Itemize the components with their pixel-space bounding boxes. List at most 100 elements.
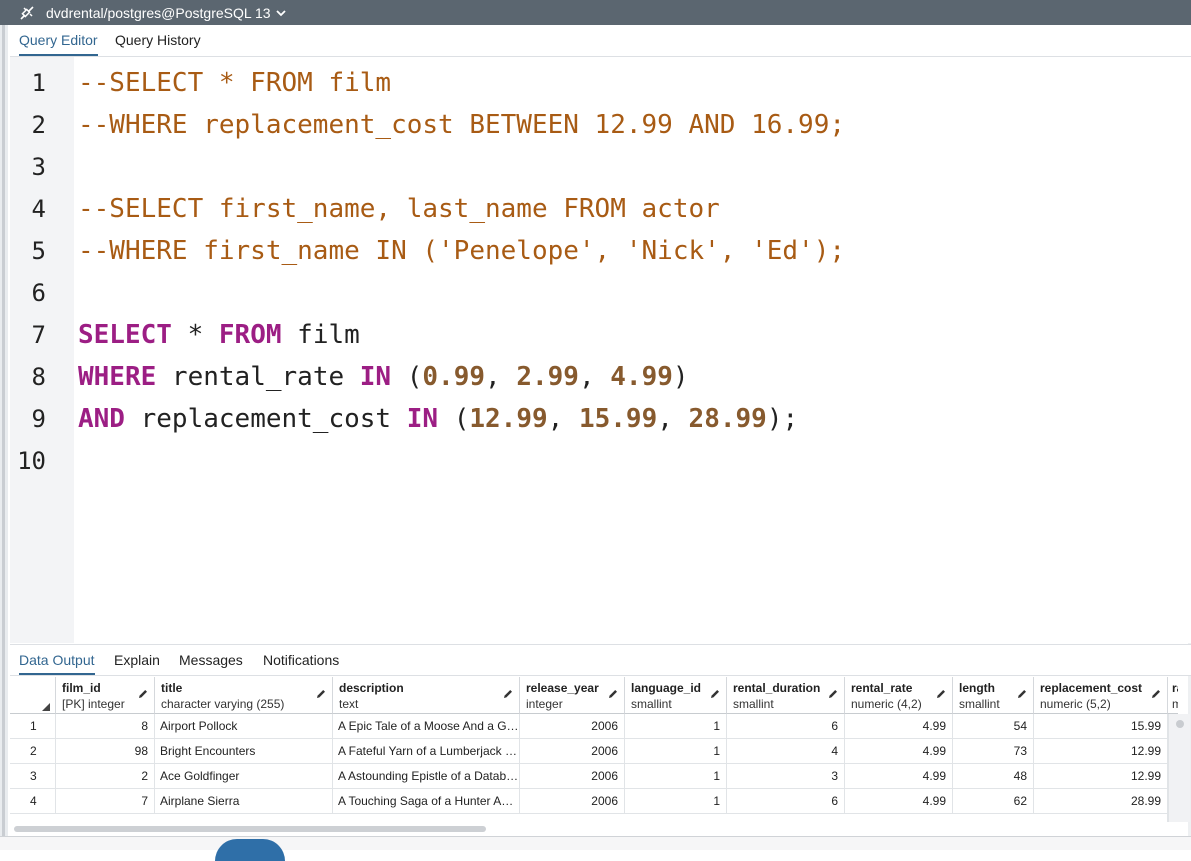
edit-pencil-icon[interactable] <box>935 688 947 700</box>
background-graphic <box>215 839 285 861</box>
table-cell[interactable]: 62 <box>953 789 1034 814</box>
number-literal: 0.99 <box>422 362 486 392</box>
edit-pencil-icon[interactable] <box>502 688 514 700</box>
row-number[interactable]: 3 <box>10 764 56 789</box>
table-cell[interactable]: 6 <box>727 714 845 739</box>
table-cell[interactable]: Airport Pollock <box>155 714 333 739</box>
table-cell[interactable]: Bright Encounters <box>155 739 333 764</box>
column-header[interactable]: rat mp <box>1168 677 1178 714</box>
column-header[interactable]: description text <box>333 677 520 714</box>
column-header[interactable]: rental_duration smallint <box>727 677 845 714</box>
table-cell[interactable]: Airplane Sierra <box>155 789 333 814</box>
code-line-2[interactable]: --WHERE replacement_cost BETWEEN 12.99 A… <box>78 104 845 146</box>
table-cell[interactable]: A Touching Saga of a Hunter A… <box>333 789 520 814</box>
table-cell[interactable]: 98 <box>56 739 155 764</box>
keyword: SELECT <box>78 320 172 350</box>
table-cell[interactable]: 1 <box>625 739 727 764</box>
column-header[interactable]: replacement_cost numeric (5,2) <box>1034 677 1168 714</box>
code-text: , <box>657 404 689 434</box>
column-name: rental_duration <box>733 681 821 695</box>
chevron-down-icon[interactable] <box>275 8 286 18</box>
table-cell[interactable]: Ace Goldfinger <box>155 764 333 789</box>
code-line-9[interactable]: AND replacement_cost IN (12.99, 15.99, 2… <box>78 398 798 440</box>
vertical-scrollbar[interactable] <box>1168 714 1190 822</box>
table-cell[interactable]: 4.99 <box>845 714 953 739</box>
edit-pencil-icon[interactable] <box>315 688 327 700</box>
tab-query-history[interactable]: Query History <box>115 32 201 54</box>
code-line-1[interactable]: --SELECT * FROM film <box>78 62 391 104</box>
table-cell[interactable]: 7 <box>56 789 155 814</box>
table-cell[interactable]: 4.99 <box>845 764 953 789</box>
edit-pencil-icon[interactable] <box>827 688 839 700</box>
column-header[interactable]: rental_rate numeric (4,2) <box>845 677 953 714</box>
column-header[interactable]: release_year integer <box>520 677 625 714</box>
table-cell[interactable]: 2006 <box>520 739 625 764</box>
scroll-thumb[interactable] <box>14 826 486 832</box>
table-cell[interactable]: 15.99 <box>1034 714 1168 739</box>
table-cell[interactable]: 8 <box>56 714 155 739</box>
column-header[interactable]: film_id [PK] integer <box>56 677 155 714</box>
code-line-8[interactable]: WHERE rental_rate IN (0.99, 2.99, 4.99) <box>78 356 689 398</box>
connection-title[interactable]: dvdrental/postgres@PostgreSQL 13 <box>46 5 271 21</box>
table-cell[interactable]: 2 <box>56 764 155 789</box>
connection-bar: dvdrental/postgres@PostgreSQL 13 <box>0 0 1191 25</box>
edit-pencil-icon[interactable] <box>1150 688 1162 700</box>
tab-notifications[interactable]: Notifications <box>263 652 339 673</box>
table-cell[interactable]: 48 <box>953 764 1034 789</box>
column-type: smallint <box>631 697 672 711</box>
table-cell[interactable]: 12.99 <box>1034 739 1168 764</box>
edit-pencil-icon[interactable] <box>1016 688 1028 700</box>
sql-editor[interactable]: 1 2 3 4 5 6 7 8 9 10 --SELECT * FROM fil… <box>10 57 1191 643</box>
column-type: integer <box>526 697 563 711</box>
horizontal-scrollbar[interactable] <box>10 822 1178 836</box>
keyword: IN <box>359 362 392 392</box>
left-panel-splitter[interactable] <box>2 25 5 849</box>
data-output-grid[interactable]: film_id [PK] integer title character varyi… <box>10 677 1178 822</box>
code-line-5[interactable]: --WHERE first_name IN ('Penelope', 'Nick… <box>78 230 845 272</box>
table-cell[interactable]: 3 <box>727 764 845 789</box>
line-number: 8 <box>31 363 46 391</box>
column-header[interactable]: length smallint <box>953 677 1034 714</box>
row-number[interactable]: 2 <box>10 739 56 764</box>
table-cell[interactable]: 54 <box>953 714 1034 739</box>
tab-data-output[interactable]: Data Output <box>19 652 95 675</box>
edit-pencil-icon[interactable] <box>137 688 149 700</box>
code-line-4[interactable]: --SELECT first_name, last_name FROM acto… <box>78 188 720 230</box>
row-number[interactable]: 1 <box>10 714 56 739</box>
table-cell[interactable]: A Fateful Yarn of a Lumberjack … <box>333 739 520 764</box>
code-line-7[interactable]: SELECT * FROM film <box>78 314 360 356</box>
row-number-header[interactable] <box>10 677 56 714</box>
scroll-thumb[interactable] <box>1176 720 1184 728</box>
table-cell[interactable]: 6 <box>727 789 845 814</box>
keyword: IN <box>406 404 439 434</box>
tab-messages[interactable]: Messages <box>179 652 243 673</box>
column-name: title <box>161 681 183 695</box>
table-cell[interactable]: 28.99 <box>1034 789 1168 814</box>
table-cell[interactable]: 2006 <box>520 764 625 789</box>
number-literal: 2.99 <box>516 362 579 392</box>
code-text: film <box>281 320 360 350</box>
table-row-partial <box>10 814 1168 822</box>
select-all-corner-icon[interactable] <box>42 703 50 711</box>
table-cell[interactable]: 2006 <box>520 789 625 814</box>
table-cell[interactable]: 1 <box>625 764 727 789</box>
table-cell[interactable]: 2006 <box>520 714 625 739</box>
column-header[interactable]: language_id smallint <box>625 677 727 714</box>
table-cell[interactable]: A Epic Tale of a Moose And a G… <box>333 714 520 739</box>
table-cell[interactable]: 12.99 <box>1034 764 1168 789</box>
table-cell[interactable]: 4.99 <box>845 739 953 764</box>
table-cell[interactable]: 1 <box>625 714 727 739</box>
column-header[interactable]: title character varying (255) <box>155 677 333 714</box>
edit-pencil-icon[interactable] <box>607 688 619 700</box>
tab-explain[interactable]: Explain <box>114 652 160 673</box>
connection-icon[interactable] <box>18 4 38 22</box>
editor-tabs: Query Editor Query History <box>10 25 1191 57</box>
row-number[interactable]: 4 <box>10 789 56 814</box>
table-cell[interactable]: A Astounding Epistle of a Datab… <box>333 764 520 789</box>
table-cell[interactable]: 4 <box>727 739 845 764</box>
table-cell[interactable]: 4.99 <box>845 789 953 814</box>
table-cell[interactable]: 73 <box>953 739 1034 764</box>
tab-query-editor[interactable]: Query Editor <box>19 32 98 56</box>
table-cell[interactable]: 1 <box>625 789 727 814</box>
edit-pencil-icon[interactable] <box>709 688 721 700</box>
